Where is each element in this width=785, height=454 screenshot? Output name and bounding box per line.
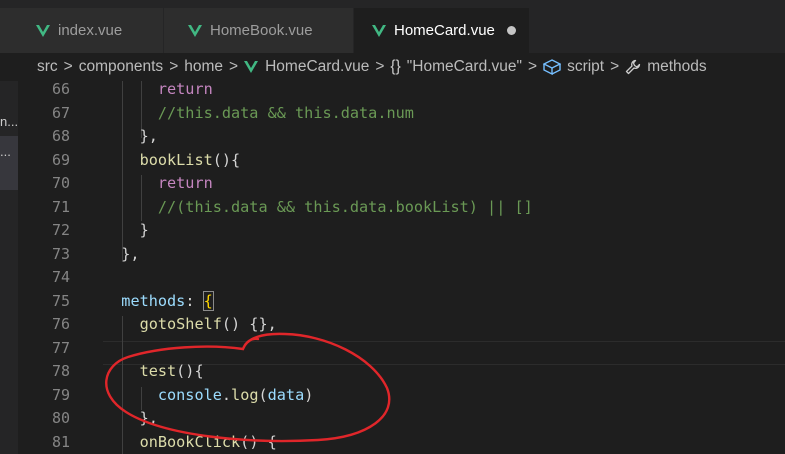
red-circle-annotation [105, 332, 391, 443]
